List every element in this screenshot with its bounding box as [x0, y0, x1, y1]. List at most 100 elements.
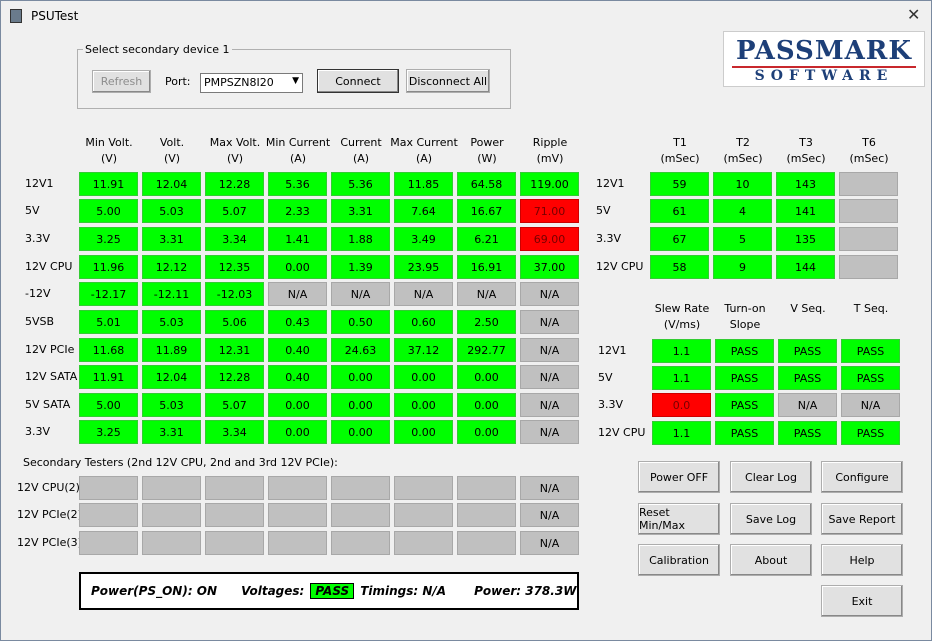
row-label: 12V CPU	[598, 426, 646, 439]
value-cell: N/A	[268, 282, 327, 306]
timings-status: Timings: N/A	[360, 584, 447, 598]
row-label: 12V PCIe	[25, 343, 75, 356]
value-cell: 0.40	[268, 365, 327, 389]
column-header: Volt.	[159, 136, 185, 149]
value-cell: 1.88	[331, 227, 390, 251]
port-label: Port:	[165, 75, 191, 88]
value-cell: N/A	[457, 282, 516, 306]
exit-button[interactable]: Exit	[821, 585, 903, 617]
row-label: 12V CPU	[25, 260, 73, 273]
save-log-button[interactable]: Save Log	[730, 503, 812, 535]
configure-button[interactable]: Configure	[821, 461, 903, 493]
value-cell	[331, 503, 390, 527]
value-cell: N/A	[520, 503, 579, 527]
column-header: T3	[799, 136, 813, 149]
value-cell: 61	[650, 199, 709, 223]
value-cell: 2.50	[457, 310, 516, 334]
value-cell: N/A	[520, 310, 579, 334]
value-cell: 16.67	[457, 199, 516, 223]
value-cell	[457, 531, 516, 555]
value-cell	[205, 531, 264, 555]
value-cell: 24.63	[331, 338, 390, 362]
logo-line2: SOFTWARE	[732, 66, 916, 84]
disconnect-all-button[interactable]: Disconnect All	[406, 69, 490, 93]
value-cell: 1.39	[331, 255, 390, 279]
value-cell: 5	[713, 227, 772, 251]
value-cell: 58	[650, 255, 709, 279]
value-cell	[268, 531, 327, 555]
port-select[interactable]: PMPSZN8I20 ▼	[200, 73, 303, 93]
value-cell: 12.04	[142, 172, 201, 196]
row-label: -12V	[25, 287, 51, 300]
value-cell: 0.00	[457, 365, 516, 389]
power-off-button[interactable]: Power OFF	[638, 461, 720, 493]
app-icon	[10, 9, 22, 23]
column-header: T6	[862, 136, 876, 149]
value-cell	[331, 476, 390, 500]
column-header: T2	[736, 136, 750, 149]
about-button[interactable]: About	[730, 544, 812, 576]
value-cell	[205, 476, 264, 500]
value-cell: 11.89	[142, 338, 201, 362]
value-cell	[142, 476, 201, 500]
column-unit: (mV)	[536, 152, 564, 165]
value-cell	[142, 503, 201, 527]
column-unit: (A)	[289, 152, 307, 165]
value-cell: 7.64	[394, 199, 453, 223]
value-cell: 10	[713, 172, 772, 196]
value-cell: 3.25	[79, 420, 138, 444]
column-unit: (V)	[226, 152, 244, 165]
value-cell: 1.1	[652, 339, 711, 363]
clear-log-button[interactable]: Clear Log	[730, 461, 812, 493]
row-label: 12V1	[596, 177, 625, 190]
connect-button[interactable]: Connect	[317, 69, 399, 93]
value-cell: 3.25	[79, 227, 138, 251]
column-header: Slew Rate	[654, 302, 710, 315]
help-button[interactable]: Help	[821, 544, 903, 576]
passmark-logo: PASSMARK SOFTWARE	[723, 31, 925, 87]
value-cell: 12.04	[142, 365, 201, 389]
value-cell: 1.41	[268, 227, 327, 251]
row-label: 12V PCIe(3)	[17, 536, 82, 549]
value-cell	[839, 199, 898, 223]
value-cell	[268, 503, 327, 527]
column-unit: (mSec)	[660, 152, 700, 165]
column-header: Power	[470, 136, 504, 149]
secondary-label: Secondary Testers (2nd 12V CPU, 2nd and …	[23, 456, 338, 469]
value-cell: 0.00	[331, 393, 390, 417]
value-cell	[79, 531, 138, 555]
value-cell: 135	[776, 227, 835, 251]
value-cell	[394, 476, 453, 500]
value-cell: N/A	[520, 531, 579, 555]
value-cell: 5.36	[268, 172, 327, 196]
value-cell: N/A	[520, 338, 579, 362]
value-cell: 12.12	[142, 255, 201, 279]
value-cell: N/A	[520, 476, 579, 500]
value-cell: N/A	[778, 393, 837, 417]
column-unit: (V)	[100, 152, 118, 165]
column-header: V Seq.	[790, 302, 826, 315]
value-cell: 67	[650, 227, 709, 251]
column-unit: (A)	[352, 152, 370, 165]
close-icon[interactable]: ✕	[907, 5, 920, 24]
column-unit: (mSec)	[723, 152, 763, 165]
refresh-button[interactable]: Refresh	[92, 70, 151, 93]
column-unit: (mSec)	[849, 152, 889, 165]
row-label: 5V SATA	[25, 398, 71, 411]
value-cell: 11.91	[79, 172, 138, 196]
value-cell: 0.0	[652, 393, 711, 417]
port-value: PMPSZN8I20	[204, 76, 274, 89]
value-cell: 0.00	[268, 393, 327, 417]
value-cell: 0.00	[394, 393, 453, 417]
column-header: T Seq.	[853, 302, 889, 315]
value-cell: 5.03	[142, 199, 201, 223]
save-report-button[interactable]: Save Report	[821, 503, 903, 535]
value-cell: PASS	[715, 366, 774, 390]
column-header: T1	[673, 136, 687, 149]
reset-min-max-button[interactable]: Reset Min/Max	[638, 503, 720, 535]
value-cell: 3.31	[142, 227, 201, 251]
value-cell: PASS	[715, 339, 774, 363]
calibration-button[interactable]: Calibration	[638, 544, 720, 576]
value-cell: PASS	[715, 421, 774, 445]
value-cell: -12.11	[142, 282, 201, 306]
